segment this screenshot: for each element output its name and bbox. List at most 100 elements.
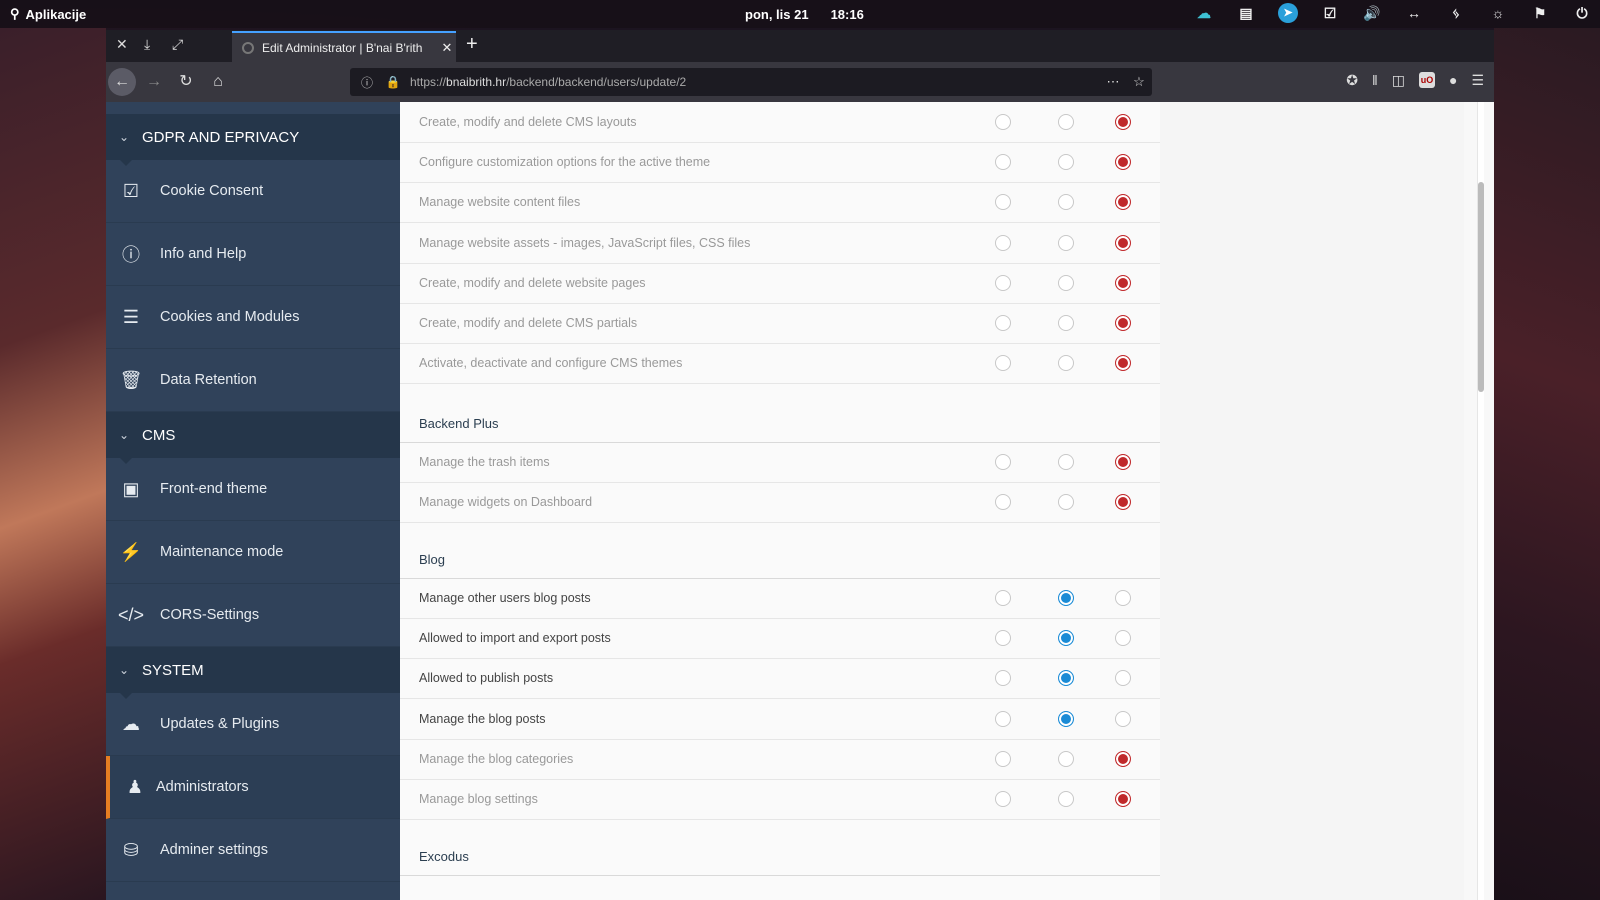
permission-radio-allow[interactable]: [1058, 710, 1074, 727]
permission-radio-inherit[interactable]: [995, 710, 1011, 727]
drive-icon[interactable]: ▤: [1236, 3, 1256, 23]
home-icon[interactable]: ⌂: [204, 68, 232, 96]
fullscreen-icon[interactable]: ⤢: [172, 36, 183, 53]
permission-radio-inherit[interactable]: [995, 234, 1011, 251]
permission-radio-allow[interactable]: [1058, 274, 1074, 291]
reload-icon[interactable]: ↻: [172, 68, 200, 96]
permission-radio-deny[interactable]: [1115, 315, 1131, 331]
permission-radio-deny[interactable]: [1115, 670, 1131, 687]
permission-radio-inherit[interactable]: [995, 194, 1011, 211]
volume-icon[interactable]: 🔊: [1362, 3, 1382, 23]
permission-radio-allow[interactable]: [1058, 630, 1074, 647]
permission-radio-inherit[interactable]: [995, 750, 1011, 767]
lock-icon[interactable]: 🔒: [384, 75, 402, 89]
hamburger-menu-icon[interactable]: ☰: [1471, 72, 1484, 89]
ublock-icon[interactable]: uO: [1418, 72, 1435, 88]
download-icon[interactable]: ⤓: [144, 36, 150, 53]
permission-radio-inherit[interactable]: [995, 494, 1011, 511]
permission-radio-deny[interactable]: [1115, 454, 1131, 470]
sidebar-toggle-icon[interactable]: ◫: [1392, 72, 1405, 89]
bluetooth-icon[interactable]: ᛃ: [1446, 3, 1466, 23]
sidebar-item-data-retention[interactable]: 🗑 Data Retention: [106, 349, 400, 412]
cloud-sync-icon[interactable]: ☁: [1194, 3, 1214, 23]
network-icon[interactable]: ↔: [1404, 3, 1424, 23]
permission-radio-inherit[interactable]: [995, 630, 1011, 647]
url-text[interactable]: https://bnaibrith.hr/backend/backend/use…: [410, 75, 1100, 89]
notifications-icon[interactable]: ⚑: [1530, 3, 1550, 23]
permission-radio-inherit[interactable]: [995, 590, 1011, 606]
sidebar-item-administrators[interactable]: ♟ Administrators: [106, 756, 404, 819]
permission-radio-allow[interactable]: [1058, 154, 1074, 171]
forward-arrow-icon[interactable]: →: [140, 68, 168, 96]
power-icon[interactable]: ⏻: [1572, 3, 1592, 23]
permission-radio-allow[interactable]: [1058, 454, 1074, 470]
check-square-icon: ☑: [122, 180, 140, 201]
permission-label: Create, modify and delete CMS partials: [419, 316, 638, 330]
permissions-panel: Create, modify and delete CMS layouts Con…: [400, 102, 1160, 900]
apps-label: Aplikacije: [25, 6, 87, 22]
permission-radio-deny[interactable]: [1115, 154, 1131, 171]
permission-radio-allow[interactable]: [1058, 494, 1074, 511]
permission-radio-allow[interactable]: [1058, 670, 1074, 687]
sidebar-item-info-help[interactable]: ⓘ Info and Help: [106, 223, 400, 286]
sidebar-item-maintenance-mode[interactable]: ⚡ Maintenance mode: [106, 521, 400, 584]
permission-radio-allow[interactable]: [1058, 355, 1074, 372]
permission-radio-inherit[interactable]: [995, 670, 1011, 687]
permission-radio-deny[interactable]: [1115, 791, 1131, 807]
permission-label: Manage other users blog posts: [419, 591, 591, 605]
permission-radio-deny[interactable]: [1115, 274, 1131, 291]
permission-radio-deny[interactable]: [1115, 750, 1131, 767]
back-arrow-icon[interactable]: ←: [108, 68, 136, 96]
tasks-icon[interactable]: ☑: [1320, 3, 1340, 23]
permission-radio-inherit[interactable]: [995, 315, 1011, 331]
info-circle-icon[interactable]: ⓘ: [358, 74, 376, 91]
sidebar-item-cookies-modules[interactable]: ☰ Cookies and Modules: [106, 286, 400, 349]
permission-radio-deny[interactable]: [1115, 630, 1131, 647]
permission-radio-inherit[interactable]: [995, 154, 1011, 171]
account-icon[interactable]: ●: [1449, 72, 1457, 89]
library-icon[interactable]: ‖: [1372, 72, 1378, 89]
permission-radio-allow[interactable]: [1058, 315, 1074, 331]
permission-radio-inherit[interactable]: [995, 791, 1011, 807]
permission-radio-inherit[interactable]: [995, 454, 1011, 470]
pocket-icon[interactable]: ✪: [1346, 72, 1358, 89]
permission-radio-allow[interactable]: [1058, 791, 1074, 807]
sidebar-item-frontend-theme[interactable]: ▣ Front-end theme: [106, 458, 400, 521]
close-tab-icon[interactable]: ✕: [438, 40, 456, 56]
permission-radio-deny[interactable]: [1115, 710, 1131, 727]
page-scrollbar[interactable]: [1464, 102, 1494, 900]
permission-radio-deny[interactable]: [1115, 590, 1131, 606]
permission-radio-allow[interactable]: [1058, 590, 1074, 606]
new-tab-icon[interactable]: +: [466, 33, 478, 56]
permission-radio-allow[interactable]: [1058, 234, 1074, 251]
sidebar-item-cors-settings[interactable]: </> CORS-Settings: [106, 584, 400, 647]
page-actions-icon[interactable]: ⋯: [1100, 74, 1126, 90]
bookmark-star-icon[interactable]: ☆: [1126, 74, 1152, 90]
section-system[interactable]: ⌄ SYSTEM: [106, 647, 400, 699]
scrollbar-thumb[interactable]: [1478, 182, 1484, 392]
sidebar-item-adminer-settings[interactable]: ⛁ Adminer settings: [106, 819, 400, 882]
permission-radio-allow[interactable]: [1058, 114, 1074, 130]
section-gdpr[interactable]: ⌄ GDPR AND EPRIVACY: [106, 114, 400, 166]
telegram-icon[interactable]: ➤: [1278, 3, 1298, 23]
sidebar-item-updates-plugins[interactable]: ☁ Updates & Plugins: [106, 693, 400, 756]
permission-radio-deny[interactable]: [1115, 114, 1131, 130]
permission-radio-deny[interactable]: [1115, 494, 1131, 511]
permission-radio-allow[interactable]: [1058, 194, 1074, 211]
code-icon: </>: [117, 604, 145, 625]
url-bar[interactable]: ⓘ 🔒 https://bnaibrith.hr/backend/backend…: [350, 68, 1152, 96]
permission-radio-allow[interactable]: [1058, 750, 1074, 767]
clock[interactable]: pon, lis 21 18:16: [745, 7, 864, 22]
permission-radio-deny[interactable]: [1115, 234, 1131, 251]
close-window-icon[interactable]: ✕: [116, 36, 128, 53]
permission-radio-deny[interactable]: [1115, 355, 1131, 372]
permission-radio-inherit[interactable]: [995, 274, 1011, 291]
permission-radio-inherit[interactable]: [995, 355, 1011, 372]
permission-radio-deny[interactable]: [1115, 194, 1131, 211]
section-cms[interactable]: ⌄ CMS: [106, 412, 400, 464]
apps-menu[interactable]: ⚲ Aplikacije: [10, 6, 86, 22]
sidebar-item-cookie-consent[interactable]: ☑ Cookie Consent: [106, 160, 400, 223]
tab-edit-administrator[interactable]: Edit Administrator | B'nai B'rith ✕: [232, 31, 456, 62]
permission-radio-inherit[interactable]: [995, 114, 1011, 130]
brightness-icon[interactable]: ☼: [1488, 3, 1508, 23]
